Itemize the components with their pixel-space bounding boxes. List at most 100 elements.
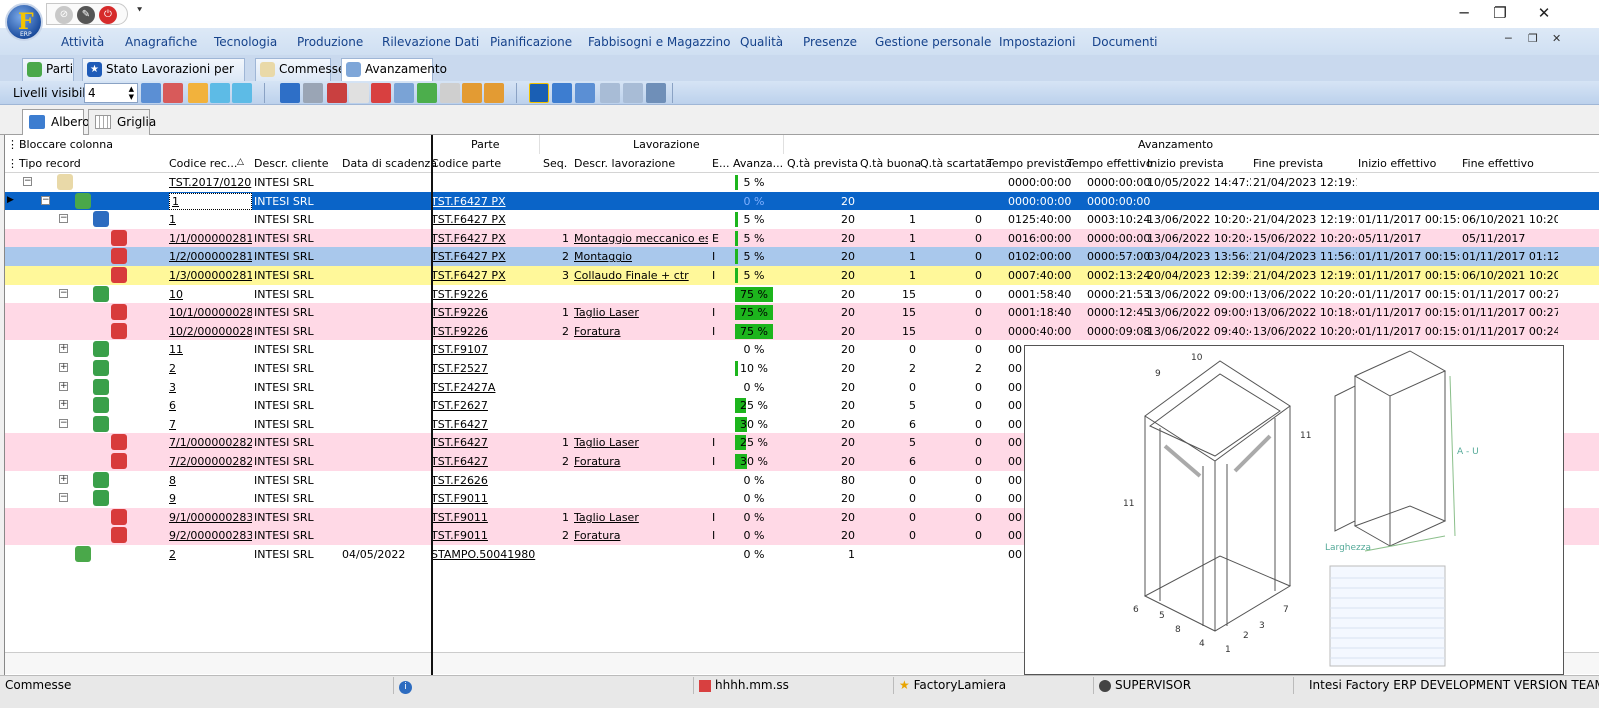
expand-toggle-icon[interactable]: + bbox=[59, 381, 68, 391]
table-row[interactable]: 10/1/000000283 INTESI SRL TST.F9226 1 Taglio… bbox=[5, 303, 1599, 323]
record-code-link[interactable]: 7/2/0000002826 bbox=[169, 455, 252, 468]
spinner-arrows-icon[interactable]: ▲ ▼ bbox=[129, 85, 134, 101]
table-row[interactable]: − TST.2017/0120 INTESI SRL 5 % 0000:00:00 000… bbox=[5, 173, 1599, 192]
part-code-link[interactable]: TST.F2427A bbox=[431, 381, 539, 394]
col-fine-prevista[interactable]: Fine prevista bbox=[1253, 157, 1323, 170]
expand-toggle-icon[interactable]: − bbox=[59, 418, 68, 428]
menu-attivita[interactable]: Attività bbox=[61, 35, 104, 49]
tree-icon[interactable] bbox=[394, 83, 414, 103]
expand-toggle-icon[interactable]: + bbox=[59, 344, 68, 354]
app-logo[interactable]: F ERP bbox=[5, 3, 43, 41]
table-row[interactable]: − 10 INTESI SRL TST.F9226 75 % 20 15 0 0001:58:4… bbox=[5, 284, 1599, 304]
zoom-icon[interactable] bbox=[575, 83, 595, 103]
record-code-link[interactable]: 1/2/0000002814 bbox=[169, 250, 252, 263]
zoom-fit-icon[interactable] bbox=[646, 83, 666, 103]
record-code-link[interactable]: 3 bbox=[169, 381, 252, 394]
operation-link[interactable]: Montaggio bbox=[574, 250, 708, 263]
record-code-link[interactable]: 7 bbox=[169, 418, 252, 431]
link-icon[interactable] bbox=[440, 83, 460, 103]
col-descr-lavorazione[interactable]: Descr. lavorazione bbox=[574, 157, 675, 170]
expand-toggle-icon[interactable]: − bbox=[23, 177, 32, 186]
record-code-link[interactable]: 10 bbox=[169, 288, 252, 301]
freeze-column-label[interactable]: Bloccare colonna bbox=[19, 138, 113, 151]
freeze-handle-icon[interactable]: ⋮ bbox=[7, 157, 18, 170]
calendar-icon[interactable] bbox=[371, 83, 391, 103]
bar-chart-icon[interactable] bbox=[210, 83, 230, 103]
menu-documenti[interactable]: Documenti bbox=[1092, 35, 1158, 49]
part-code-link[interactable]: TST.F2627 bbox=[431, 399, 539, 412]
menu-qualita[interactable]: Qualità bbox=[740, 35, 783, 49]
part-code-link[interactable]: TST.F9011 bbox=[431, 529, 539, 542]
part-code-link[interactable]: TST.F9011 bbox=[431, 511, 539, 524]
operation-link[interactable]: Montaggio meccanico ester bbox=[574, 232, 708, 245]
operation-link[interactable]: Taglio Laser bbox=[574, 306, 708, 319]
part-code-link[interactable]: TST.F6427 PX bbox=[431, 250, 539, 263]
record-code-link[interactable]: 8 bbox=[169, 474, 252, 487]
mdi-minimize-icon[interactable]: ─ bbox=[1505, 32, 1512, 45]
table-row[interactable]: −1 INTESI SRL TST.F6427 PX 5 % 20 1 0 0125:40:0… bbox=[5, 210, 1599, 230]
menu-tecnologia[interactable]: Tecnologia bbox=[214, 35, 277, 49]
col-e[interactable]: E... bbox=[712, 157, 729, 170]
layout-icon[interactable] bbox=[188, 83, 208, 103]
operation-link[interactable]: Taglio Laser bbox=[574, 511, 708, 524]
record-code-link[interactable]: 2 bbox=[169, 362, 252, 375]
zoom-select-icon[interactable] bbox=[529, 83, 549, 103]
expand-toggle-icon[interactable]: − bbox=[59, 214, 68, 224]
minimize-button[interactable]: ─ bbox=[1455, 4, 1473, 22]
expand-toggle-icon[interactable]: − bbox=[41, 195, 50, 205]
expand-toggle-icon[interactable]: + bbox=[59, 474, 68, 484]
export-icon[interactable] bbox=[327, 83, 347, 103]
refresh-icon[interactable] bbox=[280, 83, 300, 103]
tab-commesse[interactable]: Commesse bbox=[255, 58, 345, 81]
print-icon[interactable] bbox=[303, 83, 323, 103]
table-row[interactable]: 1/2/0000002814 INTESI SRL TST.F6427 PX 2 Mon… bbox=[5, 247, 1599, 267]
record-code-link[interactable]: 6 bbox=[169, 399, 252, 412]
col-qta-buona[interactable]: Q.tà buona bbox=[860, 157, 921, 170]
customize-toolbar-icon[interactable]: ⯆ bbox=[136, 6, 143, 16]
record-code-link[interactable]: TST.2017/0120 bbox=[169, 176, 252, 189]
operation-link[interactable]: Taglio Laser bbox=[574, 436, 708, 449]
operation-link[interactable]: Foratura bbox=[574, 325, 708, 338]
record-code-link[interactable]: 10/1/000000283 bbox=[169, 306, 252, 319]
part-code-link[interactable]: TST.F9107 bbox=[431, 343, 539, 356]
list-icon[interactable] bbox=[349, 83, 369, 103]
disabled-icon[interactable]: ⊘ bbox=[55, 6, 73, 24]
panel-icon[interactable] bbox=[484, 83, 504, 103]
col-tipo-record[interactable]: Tipo record bbox=[19, 157, 81, 170]
part-code-link[interactable]: TST.F6427 PX bbox=[431, 195, 539, 208]
tab-stato-lavorazioni[interactable]: ★ Stato Lavorazioni per Nesting bbox=[82, 58, 245, 97]
menu-produzione[interactable]: Produzione bbox=[297, 35, 363, 49]
menu-anagrafiche[interactable]: Anagrafiche bbox=[125, 35, 197, 49]
col-inizio-prevista[interactable]: Inizio prevista bbox=[1147, 157, 1224, 170]
col-qta-scartata[interactable]: Q.tà scartata bbox=[920, 157, 992, 170]
expand-toggle-icon[interactable]: − bbox=[59, 493, 68, 503]
frozen-column-divider[interactable] bbox=[431, 135, 433, 675]
record-code-link[interactable]: 2 bbox=[169, 548, 252, 561]
mdi-close-icon[interactable]: ✕ bbox=[1552, 32, 1561, 45]
col-fine-effettivo[interactable]: Fine effettivo bbox=[1462, 157, 1534, 170]
window-icon[interactable] bbox=[462, 83, 482, 103]
freeze-handle-icon[interactable]: ⋮ bbox=[7, 138, 18, 151]
part-code-link[interactable]: TST.F6427 PX bbox=[431, 269, 539, 282]
operation-link[interactable]: Foratura bbox=[574, 529, 708, 542]
record-code-link[interactable]: 1/1/0000002813 bbox=[169, 232, 252, 245]
record-code-link[interactable]: 9/2/0000002831 bbox=[169, 529, 252, 542]
col-data-scadenza[interactable]: Data di scadenza bbox=[342, 157, 437, 170]
parts-search-icon[interactable] bbox=[417, 83, 437, 103]
part-code-link[interactable]: TST.F9226 bbox=[431, 306, 539, 319]
col-tempo-previsto[interactable]: Tempo previsto bbox=[987, 157, 1071, 170]
column-chart-icon[interactable] bbox=[232, 83, 252, 103]
menu-pianificazione[interactable]: Pianificazione bbox=[490, 35, 572, 49]
tab-parti[interactable]: Parti bbox=[22, 58, 74, 81]
menu-rilevazione-dati[interactable]: Rilevazione Dati bbox=[382, 35, 479, 49]
record-code-link[interactable]: 1 bbox=[169, 192, 252, 210]
mdi-restore-icon[interactable]: ❐ bbox=[1528, 32, 1538, 45]
record-code-link[interactable]: 7/1/0000002825 bbox=[169, 436, 252, 449]
zoom-out-icon[interactable] bbox=[623, 83, 643, 103]
col-codice-parte[interactable]: Codice parte bbox=[431, 157, 501, 170]
table-row[interactable]: 1/3/0000002815 INTESI SRL TST.F6427 PX 3 Col… bbox=[5, 266, 1599, 285]
zoom-in-icon[interactable] bbox=[600, 83, 620, 103]
operation-link[interactable]: Foratura bbox=[574, 455, 708, 468]
levels-spinner[interactable]: 4 ▲ ▼ bbox=[84, 83, 138, 103]
table-row[interactable]: 1/1/0000002813 INTESI SRL TST.F6427 PX 1 Mon… bbox=[5, 228, 1599, 248]
